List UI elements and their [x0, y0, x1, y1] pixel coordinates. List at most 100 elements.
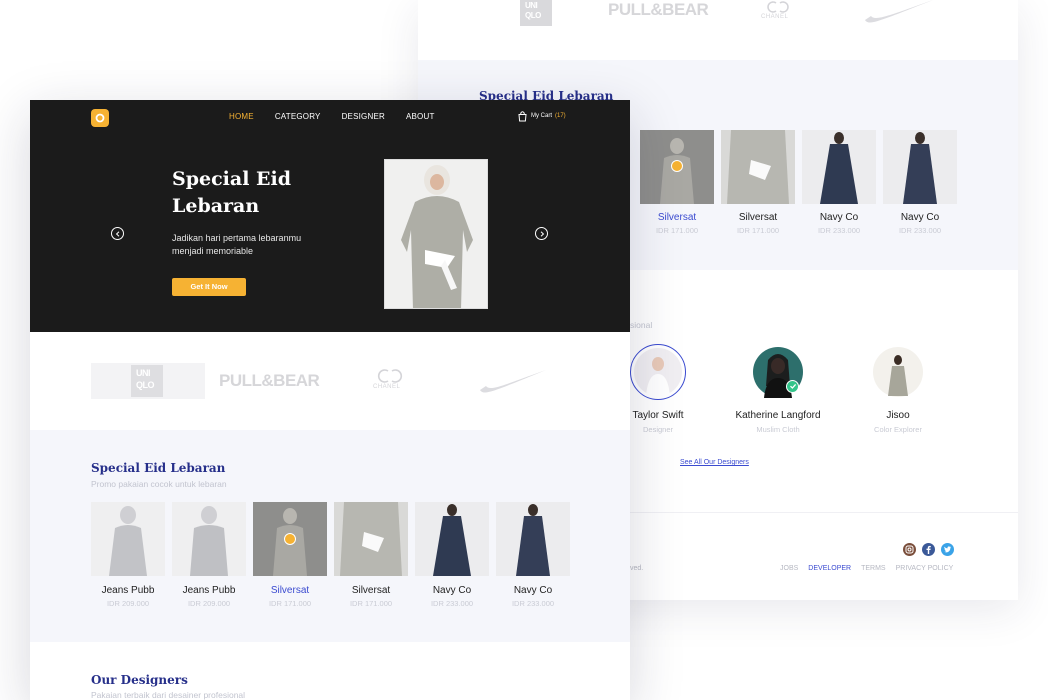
- logo-ring-icon: [95, 113, 105, 123]
- instagram-icon[interactable]: [903, 543, 916, 556]
- chanel-cc-icon: [767, 1, 789, 13]
- product-name: Navy Co: [900, 212, 940, 223]
- chanel-logo: CHANEL: [370, 369, 410, 395]
- footer-link-developer[interactable]: DEVELOPER: [808, 565, 851, 572]
- footer-link-jobs[interactable]: JOBS: [780, 565, 798, 572]
- product-price: IDR 171.000: [349, 599, 393, 608]
- product-image: [883, 130, 957, 204]
- footer-links: JOBS DEVELOPER TERMS PRIVACY POLICY: [780, 565, 953, 572]
- chevron-left-icon: [115, 230, 119, 237]
- product-price: IDR 171.000: [736, 226, 780, 235]
- chevron-right-icon: [540, 230, 544, 237]
- product-price: IDR 209.000: [187, 599, 231, 608]
- back-product-card[interactable]: Silversat IDR 171.000: [721, 130, 795, 235]
- footer-link-terms[interactable]: TERMS: [861, 565, 886, 572]
- designer-name: Jisoo: [886, 410, 910, 421]
- chanel-logo: CHANEL: [758, 0, 798, 22]
- product-card-selected[interactable]: Silversat IDR 171.000: [253, 502, 327, 608]
- product-card[interactable]: Navy Co IDR 233.000: [415, 502, 489, 608]
- hero-product-image: [384, 159, 488, 309]
- product-price: IDR 209.000: [106, 599, 150, 608]
- site-logo[interactable]: [91, 109, 109, 127]
- designer-card[interactable]: Jisoo Color Explorer: [843, 344, 953, 434]
- uniqlo-logo: UNI QLO: [520, 0, 552, 26]
- front-page-preview: HOME CATEGORY DESIGNER ABOUT My Cart (17…: [30, 100, 630, 700]
- special-section: Special Eid Lebaran Promo pakaian cocok …: [30, 430, 630, 642]
- back-product-card[interactable]: Silversat IDR 171.000: [640, 130, 714, 235]
- designer-avatar: [630, 344, 686, 400]
- hero-next-button[interactable]: [535, 227, 548, 240]
- footer-link-privacy-policy[interactable]: PRIVACY POLICY: [896, 565, 954, 572]
- nav-category[interactable]: CATEGORY: [275, 112, 321, 121]
- social-icons: [903, 543, 954, 556]
- design-mockup-canvas: UNI QLO PULL&BEAR CHANEL Silversat IDR 1…: [0, 0, 1048, 700]
- uniqlo-logo: UNI QLO: [91, 363, 205, 399]
- designer-role: Color Explorer: [874, 425, 922, 434]
- quick-view-icon[interactable]: [671, 160, 683, 172]
- nav-home[interactable]: HOME: [229, 112, 254, 121]
- product-image: [640, 130, 714, 204]
- product-image: [334, 502, 408, 576]
- nike-logo: [863, 0, 935, 29]
- main-nav: HOME CATEGORY DESIGNER ABOUT: [229, 112, 435, 121]
- nike-swoosh-icon: [865, 0, 933, 23]
- quick-view-icon[interactable]: [284, 533, 296, 545]
- designers-section: Our Designers Pakaian terbaik dari desai…: [30, 642, 630, 700]
- product-image: [91, 502, 165, 576]
- back-brand-strip: UNI QLO PULL&BEAR CHANEL: [418, 0, 1018, 60]
- designer-card[interactable]: Katherine Langford Muslim Cloth: [723, 344, 833, 434]
- hero-subtitle: Jadikan hari pertama lebaranmu menjadi m…: [172, 233, 302, 256]
- cart-button[interactable]: My Cart (17): [517, 110, 566, 122]
- back-product-card[interactable]: Navy Co IDR 233.000: [802, 130, 876, 235]
- product-image: [253, 502, 327, 576]
- nike-logo: [476, 368, 548, 399]
- cart-label: My Cart: [531, 113, 552, 119]
- product-name: Navy Co: [819, 212, 859, 223]
- section-subtitle: Promo pakaian cocok untuk lebaran: [91, 479, 227, 489]
- chanel-cc-icon: [377, 369, 403, 383]
- product-image: [415, 502, 489, 576]
- pullbear-logo: PULL&BEAR: [219, 371, 320, 390]
- product-price: IDR 233.000: [430, 599, 474, 608]
- product-price: IDR 233.000: [898, 226, 942, 235]
- designer-avatar: [750, 344, 806, 400]
- twitter-icon[interactable]: [941, 543, 954, 556]
- section-title: Our Designers: [91, 673, 188, 687]
- product-name: Silversat: [270, 585, 310, 596]
- hero-title: Special Eid Lebaran: [172, 168, 292, 217]
- get-it-now-button[interactable]: Get It Now: [172, 278, 246, 296]
- designer-avatar: [870, 344, 926, 400]
- product-card[interactable]: Jeans Pubb IDR 209.000: [91, 502, 165, 608]
- product-image: [172, 502, 246, 576]
- nav-designer[interactable]: DESIGNER: [342, 112, 385, 121]
- hero-prev-button[interactable]: [111, 227, 124, 240]
- pullbear-logo: PULL&BEAR: [608, 0, 709, 19]
- product-price: IDR 171.000: [655, 226, 699, 235]
- product-price: IDR 233.000: [817, 226, 861, 235]
- section-title: Special Eid Lebaran: [91, 461, 226, 475]
- back-product-card[interactable]: Navy Co IDR 233.000: [883, 130, 957, 235]
- product-name: Silversat: [351, 585, 391, 596]
- verified-check-icon: [786, 380, 799, 393]
- nav-about[interactable]: ABOUT: [406, 112, 435, 121]
- cart-count: (17): [555, 113, 566, 119]
- product-name: Navy Co: [513, 585, 553, 596]
- product-card[interactable]: Jeans Pubb IDR 209.000: [172, 502, 246, 608]
- product-image: [496, 502, 570, 576]
- product-name: Silversat: [657, 212, 697, 223]
- product-card[interactable]: Navy Co IDR 233.000: [496, 502, 570, 608]
- designer-role: Muslim Cloth: [756, 425, 800, 434]
- facebook-icon[interactable]: [922, 543, 935, 556]
- section-subtitle: Pakaian terbaik dari desainer profesiona…: [91, 690, 246, 700]
- see-all-designers-link[interactable]: See All Our Designers: [680, 459, 749, 466]
- designers-subtitle-fragment: sional: [630, 320, 653, 330]
- product-name: Navy Co: [432, 585, 472, 596]
- designer-name: Katherine Langford: [735, 410, 821, 421]
- brand-strip: UNI QLO PULL&BEAR CHANEL: [30, 332, 630, 430]
- product-card[interactable]: Silversat IDR 171.000: [334, 502, 408, 608]
- product-name: Silversat: [738, 212, 778, 223]
- product-image: [721, 130, 795, 204]
- nike-swoosh-icon: [480, 370, 546, 393]
- product-list: Jeans Pubb IDR 209.000 Jeans Pubb IDR 20…: [91, 502, 570, 608]
- product-name: Jeans Pubb: [101, 585, 155, 596]
